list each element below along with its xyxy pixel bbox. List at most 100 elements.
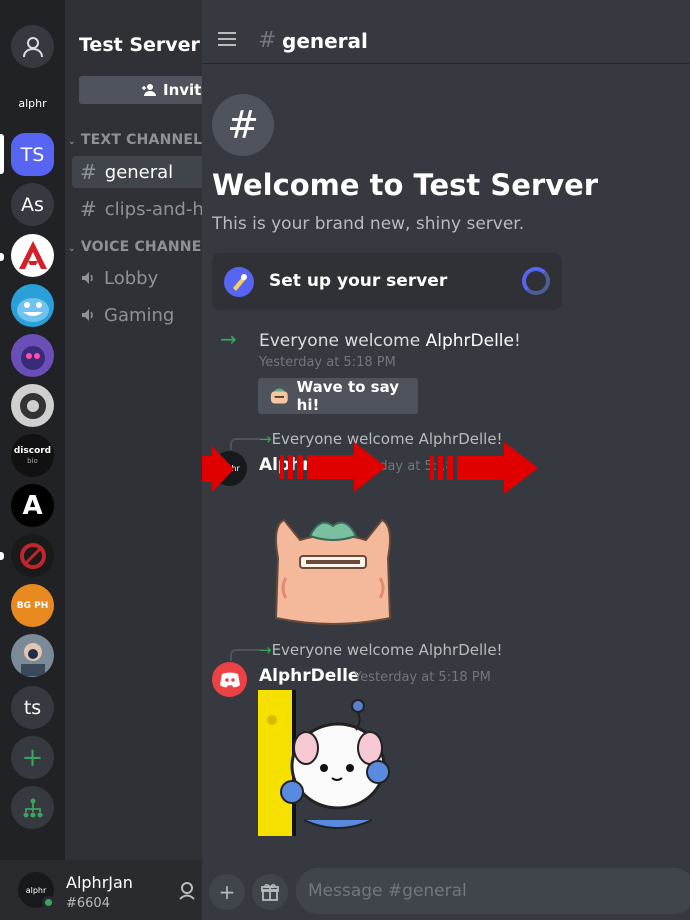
attach-plus-button[interactable]: + (209, 874, 245, 910)
welcome-subtitle: This is your brand new, shiny server. (212, 214, 525, 234)
join-message: Everyone welcome AlphrDelle! (259, 331, 521, 351)
reply-reference[interactable]: →Everyone welcome AlphrDelle! (259, 641, 503, 659)
wave-button[interactable]: Wave to say hi! (258, 378, 418, 414)
cheese-mouse-sticker (258, 690, 390, 836)
user-avatar-label: alphr (25, 885, 47, 895)
server-shark[interactable] (11, 284, 54, 327)
server-red-dark[interactable] (11, 534, 54, 577)
invite-button[interactable]: Invite (79, 76, 202, 104)
discord-logo-icon (219, 672, 240, 687)
online-status-dot (42, 896, 55, 909)
message-avatar[interactable] (212, 662, 247, 697)
join-timestamp: Yesterday at 5:18 PM (259, 355, 396, 370)
category-voice-channels[interactable]: ⌄ VOICE CHANNELS (68, 239, 202, 255)
rocket-icon (224, 267, 254, 297)
speaker-icon (82, 272, 93, 284)
setup-server-card[interactable]: Set up your server (212, 253, 562, 310)
peach-sticker (274, 518, 392, 625)
server-bg-ph-label: BG PH (16, 600, 49, 611)
explore-servers-button[interactable] (11, 786, 54, 829)
annotation-arrow-icon (202, 446, 234, 492)
join-username[interactable]: AlphrDelle (426, 331, 514, 351)
unread-pill (0, 552, 4, 560)
channel-gaming[interactable]: Gaming (72, 299, 202, 331)
people-icon (22, 36, 43, 57)
server-ts-lower-label: ts (23, 696, 42, 719)
channel-title: general (282, 29, 368, 53)
chat-area: # general # Welcome to Test Server This … (202, 0, 690, 920)
server-ts-label: TS (20, 143, 45, 166)
join-suffix: ! (513, 331, 521, 351)
plus-icon: + (21, 742, 44, 773)
plus-icon: + (218, 880, 236, 904)
channel-lobby-label: Lobby (104, 267, 159, 289)
add-person-icon (142, 84, 156, 96)
channel-clips-and-highlights[interactable]: # clips-and-highlights (72, 193, 202, 225)
annotation-arrow-icon (280, 442, 386, 492)
chevron-down-icon: ⌄ (68, 137, 76, 147)
gift-icon (261, 883, 279, 901)
channel-sidebar: Test Server Invite ⌄ TEXT CHANNELS # gen… (65, 0, 202, 860)
active-server-pill (0, 134, 4, 174)
server-discord-bio[interactable]: discord bio (11, 434, 54, 477)
menu-icon[interactable] (218, 32, 236, 50)
message-author[interactable]: AlphrDelle (259, 666, 359, 686)
reply-text: Everyone welcome AlphrDelle! (271, 641, 503, 659)
server-a-label: A (22, 490, 43, 521)
direct-messages-button[interactable] (11, 25, 54, 68)
reply-arrow-icon: → (259, 641, 272, 659)
discord-bio-label-2: bio (27, 456, 38, 465)
explore-icon (23, 798, 42, 817)
chevron-down-icon: ⌄ (68, 244, 76, 254)
channel-general-label: general (104, 161, 174, 183)
category-voice-label: VOICE CHANNELS (80, 239, 202, 255)
join-prefix: Everyone welcome (259, 331, 426, 351)
server-ts-lower[interactable]: ts (11, 686, 54, 729)
server-red-logo[interactable] (11, 234, 54, 277)
user-tag: #6604 (66, 896, 110, 911)
welcome-title: Welcome to Test Server (212, 168, 599, 202)
unread-pill (0, 253, 4, 261)
server-ts[interactable]: TS (11, 133, 54, 176)
channel-header: # general (202, 0, 690, 64)
hash-icon: # (80, 160, 97, 184)
server-ring[interactable] (11, 384, 54, 427)
add-server-button[interactable]: + (11, 736, 54, 779)
channel-hash-icon: # (212, 94, 274, 156)
reply-arrow-icon: → (259, 430, 272, 448)
server-photo-avatar[interactable] (11, 634, 54, 677)
progress-spinner-icon (522, 267, 550, 295)
purple-character-icon (20, 345, 45, 370)
server-purple-character[interactable] (11, 334, 54, 377)
server-rail: alphr TS As discord bio A BG PH ts + (0, 0, 65, 860)
server-alphr-label: alphr (18, 97, 47, 110)
setup-server-label: Set up your server (269, 271, 448, 291)
annotation-arrow-icon (430, 442, 538, 494)
wave-label: Wave to say hi! (296, 378, 400, 414)
server-name[interactable]: Test Server (79, 34, 200, 56)
server-as-label: As (21, 193, 44, 216)
shark-avatar-icon (16, 297, 49, 322)
red-emblem-icon (18, 240, 47, 269)
username[interactable]: AlphrJan (66, 873, 133, 892)
ring-icon (19, 392, 46, 419)
server-a[interactable]: A (11, 484, 54, 527)
channel-gaming-label: Gaming (104, 304, 175, 326)
channel-lobby[interactable]: Lobby (72, 262, 202, 294)
hash-icon: # (258, 28, 277, 53)
server-as[interactable]: As (11, 183, 54, 226)
gift-button[interactable] (252, 874, 288, 910)
message-timestamp: Yesterday at 5:18 PM (354, 670, 491, 685)
server-bg-ph[interactable]: BG PH (11, 584, 54, 627)
speaker-icon (82, 309, 93, 321)
join-arrow-icon: → (220, 327, 237, 351)
category-text-channels[interactable]: ⌄ TEXT CHANNELS (68, 132, 202, 148)
server-alphr[interactable]: alphr (11, 82, 54, 125)
invite-label: Invite (163, 81, 202, 99)
category-text-label: TEXT CHANNELS (80, 132, 202, 148)
discord-bio-label-1: discord (13, 445, 52, 456)
message-input[interactable] (296, 868, 690, 914)
channel-general[interactable]: # general (72, 156, 202, 188)
channel-clips-label: clips-and-highlights (104, 198, 202, 220)
search-friends-icon[interactable] (178, 881, 198, 901)
